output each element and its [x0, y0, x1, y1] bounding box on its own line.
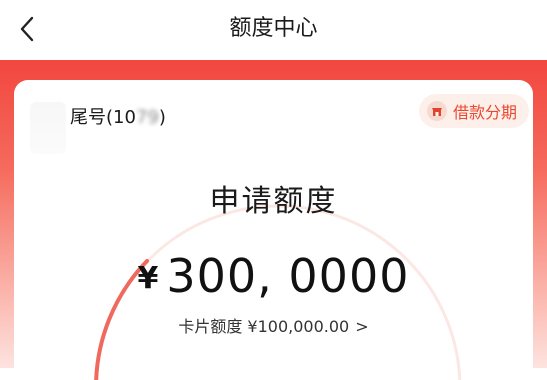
page-title: 额度中心	[229, 16, 318, 41]
nav-bar: 额度中心	[0, 0, 547, 60]
apply-amount: 300, 0000	[166, 249, 410, 303]
credit-card-panel: 尾号(1079) 借款分期 申请额度 ¥300, 0000 卡片额度 ¥100,…	[14, 80, 533, 380]
chevron-right-icon: >	[355, 317, 369, 336]
amount-row: ¥300, 0000	[14, 248, 533, 304]
apply-limit-title: 申请额度	[209, 184, 338, 219]
card-limit-link[interactable]: 卡片额度 ¥100,000.00 >	[14, 316, 533, 338]
card-limit-label: 卡片额度 ¥100,000.00	[178, 317, 350, 336]
currency-symbol: ¥	[137, 261, 159, 296]
